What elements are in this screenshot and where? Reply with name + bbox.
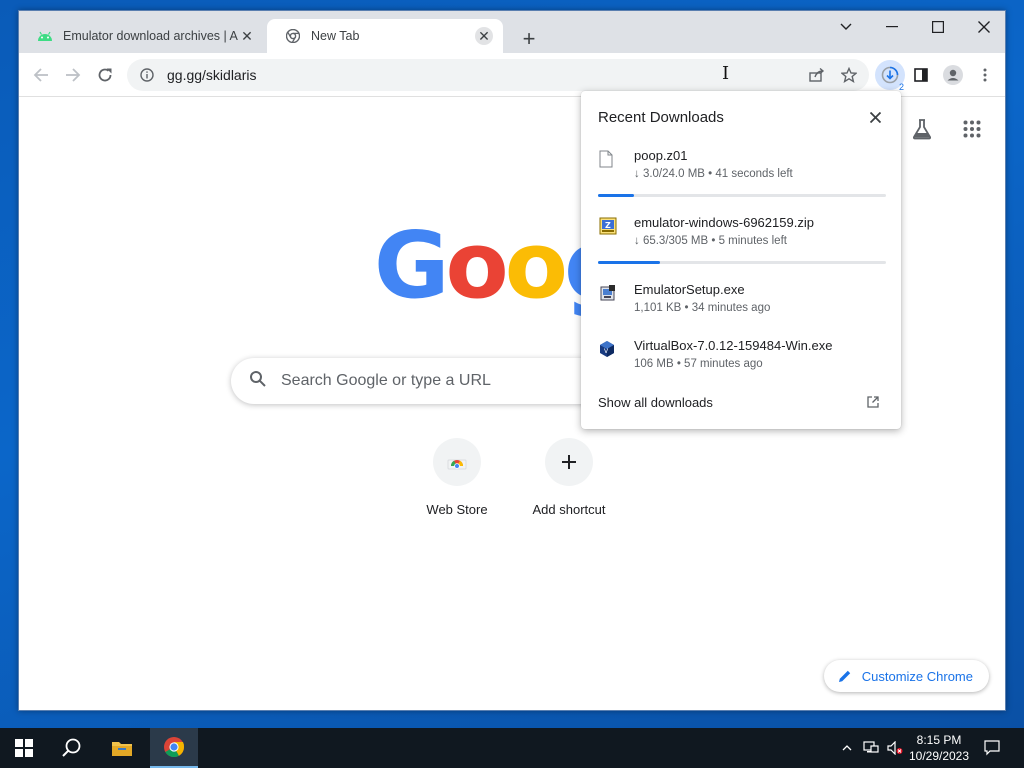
- shortcut-add[interactable]: Add shortcut: [513, 438, 625, 517]
- tab-title: New Tab: [311, 29, 360, 43]
- new-tab-button[interactable]: +: [515, 25, 543, 53]
- menu-kebab-icon[interactable]: [971, 61, 999, 89]
- file-icon: [599, 150, 617, 170]
- chrome-window: Emulator download archives | A ✕ New Tab…: [18, 10, 1006, 711]
- shortcut-label: Web Store: [426, 502, 488, 517]
- downloads-count-badge: 2: [898, 82, 904, 92]
- download-progress-fill: [598, 194, 634, 197]
- close-icon[interactable]: [867, 109, 883, 125]
- network-icon[interactable]: [860, 728, 882, 768]
- taskbar-clock[interactable]: 8:15 PM 10/29/2023: [900, 732, 978, 764]
- clock-date: 10/29/2023: [908, 749, 970, 763]
- show-all-downloads-link[interactable]: Show all downloads: [598, 395, 713, 410]
- close-window-button[interactable]: [961, 11, 1007, 43]
- start-windows-icon[interactable]: [0, 728, 48, 768]
- back-button[interactable]: [27, 61, 55, 89]
- taskbar: 8:15 PM 10/29/2023: [0, 728, 1024, 768]
- url-text: gg.gg/skidlaris: [167, 67, 257, 83]
- shortcut-web-store[interactable]: Web Store: [401, 438, 513, 517]
- download-filename: poop.z01: [634, 148, 688, 163]
- customize-chrome-button[interactable]: Customize Chrome: [823, 660, 989, 692]
- tab-close-icon[interactable]: ✕: [475, 27, 493, 45]
- download-status: 106 MB • 57 minutes ago: [634, 358, 763, 370]
- tab-close-icon[interactable]: ✕: [238, 27, 256, 45]
- search-input[interactable]: [281, 372, 581, 390]
- download-status: 1,101 KB • 34 minutes ago: [634, 302, 771, 314]
- plus-icon: [545, 438, 593, 486]
- tab-new-tab[interactable]: New Tab ✕: [267, 19, 503, 53]
- minimize-button[interactable]: [869, 11, 915, 43]
- profile-avatar[interactable]: [939, 61, 967, 89]
- virtualbox-icon: V: [599, 340, 617, 360]
- open-external-icon[interactable]: [867, 395, 881, 409]
- download-status: ↓ 3.0/24.0 MB • 41 seconds left: [634, 168, 793, 180]
- download-status: ↓ 65.3/305 MB • 5 minutes left: [634, 235, 787, 247]
- text-cursor-icon: I: [722, 63, 730, 84]
- download-filename: EmulatorSetup.exe: [634, 282, 745, 297]
- file-explorer-icon[interactable]: [98, 728, 146, 768]
- zip-icon: Z: [599, 217, 617, 237]
- tab-strip: Emulator download archives | A ✕ New Tab…: [19, 11, 1005, 53]
- installer-icon: [599, 284, 617, 304]
- notifications-icon[interactable]: [980, 728, 1004, 768]
- web-store-icon: [433, 438, 481, 486]
- android-icon: [37, 28, 53, 44]
- download-filename: emulator-windows-6962159.zip: [634, 215, 814, 230]
- tab-search-icon[interactable]: [823, 11, 869, 43]
- download-progress-bar: [598, 261, 886, 264]
- download-filename: VirtualBox-7.0.12-159484-Win.exe: [634, 338, 833, 353]
- customize-label: Customize Chrome: [861, 668, 973, 684]
- chrome-icon: [285, 28, 301, 44]
- side-panel-icon[interactable]: [907, 61, 935, 89]
- downloads-button[interactable]: 2: [875, 60, 905, 92]
- search-icon[interactable]: [48, 728, 96, 768]
- search-icon: [249, 370, 267, 393]
- site-info-icon[interactable]: [139, 67, 155, 83]
- maximize-button[interactable]: [915, 11, 961, 43]
- pencil-icon: [838, 669, 852, 683]
- download-progress-bar: [598, 194, 886, 197]
- downloads-bubble: Recent Downloads poop.z01 ↓ 3.0/24.0 MB …: [581, 91, 901, 429]
- tab-emulator-archives[interactable]: Emulator download archives | A ✕: [19, 19, 266, 53]
- download-progress-fill: [598, 261, 660, 264]
- labs-flask-icon[interactable]: [911, 118, 933, 145]
- forward-button[interactable]: [59, 61, 87, 89]
- chevron-up-icon[interactable]: [838, 728, 856, 768]
- bookmark-star-icon[interactable]: [835, 61, 863, 89]
- address-bar[interactable]: gg.gg/skidlaris: [127, 59, 869, 91]
- svg-text:Z: Z: [605, 221, 611, 230]
- tab-title: Emulator download archives | A: [63, 29, 238, 43]
- desktop: Emulator download archives | A ✕ New Tab…: [0, 0, 1024, 768]
- downloads-title: Recent Downloads: [598, 109, 724, 126]
- share-icon[interactable]: [803, 61, 831, 89]
- apps-grid-icon[interactable]: [963, 120, 981, 143]
- chrome-taskbar-icon[interactable]: [150, 728, 198, 768]
- clock-time: 8:15 PM: [916, 733, 962, 747]
- reload-button[interactable]: [91, 61, 119, 89]
- shortcut-label: Add shortcut: [532, 502, 606, 517]
